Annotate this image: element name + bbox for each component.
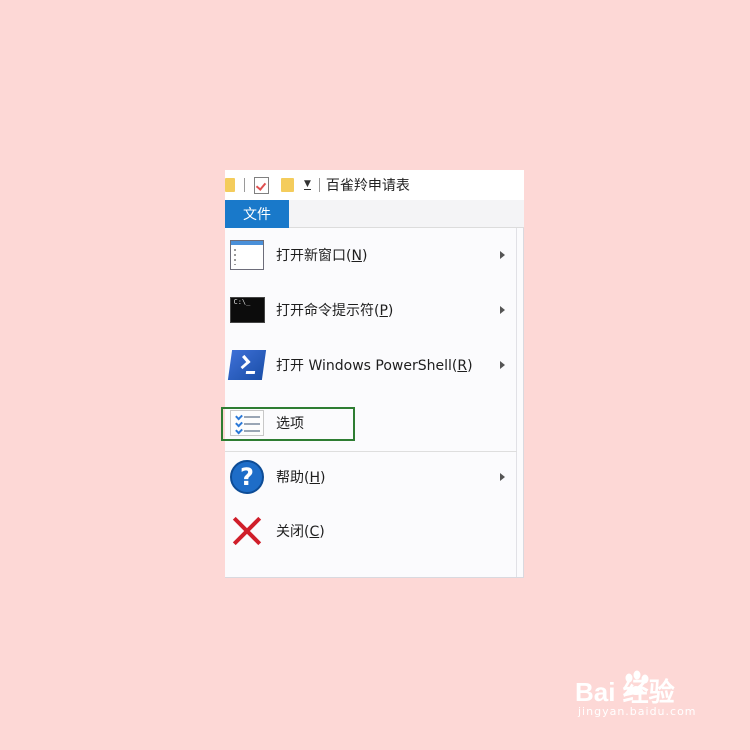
customize-toolbar-dropdown-icon[interactable]: ▼ [304, 180, 311, 190]
menu-item-accesskey: N [351, 248, 362, 264]
menu-item-accesskey: P [379, 303, 388, 319]
tab-file[interactable]: 文件 [225, 200, 289, 228]
menu-item-label: 关闭 [276, 524, 304, 540]
watermark-url: jingyan.baidu.com [578, 705, 697, 718]
window-title: 百雀羚申请表 [325, 178, 410, 194]
submenu-arrow-icon [500, 306, 505, 314]
paw-logo-icon [625, 670, 649, 695]
menu-item-label: 打开新窗口 [276, 248, 346, 264]
menu-item-accesskey: R [457, 358, 468, 374]
menu-item-accesskey: H [309, 470, 320, 486]
toolbar-separator [244, 178, 245, 192]
file-menu: 打开新窗口(N) C:\_ 打开命令提示符(P) 打开 Windows Powe… [225, 228, 517, 577]
close-icon [231, 515, 263, 547]
command-prompt-icon: C:\_ [229, 297, 265, 323]
baidu-jingyan-watermark: Bai 经验 jingyan.baidu.com [575, 670, 715, 722]
menu-item-open-command-prompt[interactable]: C:\_ 打开命令提示符(P) [225, 287, 517, 333]
menu-divider [225, 451, 517, 452]
highlight-box-options [221, 407, 355, 441]
file-explorer-window: ▼ 百雀羚申请表 文件 打开新窗口(N) C:\_ 打开命令提示符(P) 打开 … [225, 170, 524, 578]
menu-item-close[interactable]: 关闭(C) [225, 508, 517, 554]
menu-item-help[interactable]: ? 帮助(H) [225, 454, 517, 500]
powershell-icon [227, 350, 267, 380]
menu-item-label: 打开 Windows PowerShell [276, 358, 452, 374]
new-window-icon [230, 240, 264, 270]
ribbon-bar: 文件 [225, 200, 524, 228]
quick-access-toolbar: ▼ 百雀羚申请表 [225, 170, 524, 200]
new-folder-icon[interactable] [281, 178, 294, 192]
toolbar-separator [318, 178, 320, 192]
menu-item-open-powershell[interactable]: 打开 Windows PowerShell(R) [225, 342, 517, 388]
menu-item-label: 帮助 [276, 470, 304, 486]
folder-icon[interactable] [225, 178, 235, 192]
submenu-arrow-icon [500, 361, 505, 369]
menu-item-open-new-window[interactable]: 打开新窗口(N) [225, 232, 517, 278]
properties-icon[interactable] [254, 176, 269, 194]
menu-item-accesskey: C [309, 524, 320, 540]
submenu-arrow-icon [500, 251, 505, 259]
menu-item-label: 打开命令提示符 [276, 303, 374, 319]
submenu-arrow-icon [500, 473, 505, 481]
help-icon: ? [230, 460, 264, 494]
